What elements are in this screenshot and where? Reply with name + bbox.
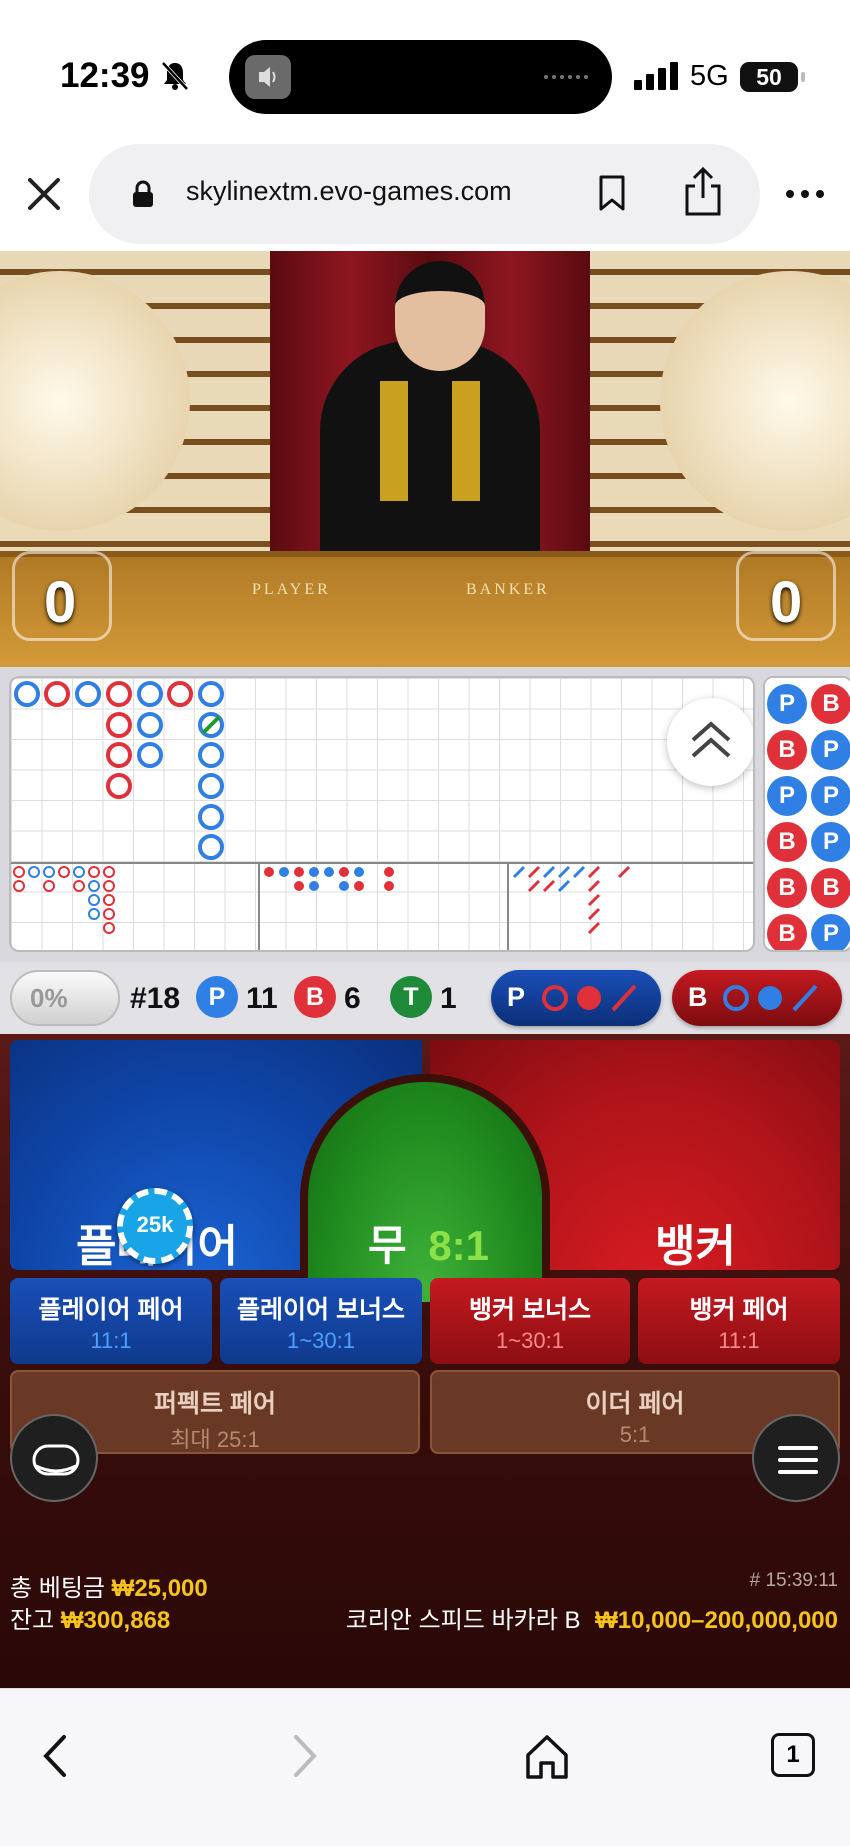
dynamic-island — [229, 40, 612, 114]
road-marks — [11, 681, 753, 950]
bead: P — [811, 730, 850, 770]
speaker-icon — [245, 55, 291, 99]
network-type: 5G — [690, 60, 729, 92]
live-video: PLAYER BANKER 0 0 — [0, 251, 850, 667]
forward-icon[interactable] — [278, 1731, 328, 1781]
status-bar: 12:39 5G 50 — [0, 0, 850, 140]
prediction-icons — [542, 984, 637, 1012]
stats-bar: 0% #18 P 11 B 6 T 1 P B — [0, 962, 850, 1034]
bead: B — [767, 822, 807, 862]
share-icon[interactable] — [681, 166, 725, 218]
bookmark-icon[interactable] — [597, 174, 627, 212]
bead: P — [811, 914, 850, 950]
game-id: # 15:39:11 — [749, 1570, 838, 1591]
clock: 12:39 — [60, 56, 150, 95]
bead: P — [811, 776, 850, 816]
menu-icon — [778, 1446, 818, 1474]
more-icon[interactable] — [784, 180, 826, 208]
tie-bet-label: 무 8:1 — [368, 1222, 490, 1269]
banker-score: 0 — [770, 570, 803, 635]
bead: B — [767, 868, 807, 908]
banker-pair-bet[interactable]: 뱅커 페어 11:1 — [638, 1278, 840, 1364]
table-info: 코리안 스피드 바카라 B ₩10,000–200,000,000 — [346, 1600, 838, 1635]
bead-road[interactable]: P B B P P P B P B B B P — [763, 676, 850, 952]
total-bet-value: ₩25,000 — [111, 1575, 208, 1602]
browser-toolbar: 1 — [0, 1688, 850, 1846]
tie-odds: 8:1 — [428, 1222, 490, 1269]
banker-predict-button[interactable]: B — [672, 970, 842, 1026]
bet-limits: ₩10,000–200,000,000 — [595, 1607, 838, 1634]
bead: B — [811, 868, 850, 908]
signal-icon — [634, 62, 678, 90]
back-icon[interactable] — [32, 1731, 82, 1781]
bead: P — [767, 684, 807, 724]
bead: B — [811, 684, 850, 724]
silent-bell-icon — [161, 61, 189, 91]
menu-button[interactable] — [752, 1414, 840, 1502]
url-text[interactable]: skylinextm.evo-games.com — [186, 176, 512, 207]
banker-count: 6 — [344, 982, 361, 1015]
betting-area: 플레이어 뱅커 무 8:1 25k 플레이어 페어 11:1 플레이어 보너스 … — [0, 1034, 850, 1688]
bead: B — [767, 730, 807, 770]
player-predict-button[interactable]: P — [491, 970, 661, 1026]
tie-badge: T — [390, 976, 432, 1018]
player-predict-label: P — [507, 982, 526, 1012]
page: 12:39 5G 50 skylinextm.evo-games.com PLA… — [0, 0, 850, 1846]
progress-toggle[interactable]: 0% — [10, 970, 120, 1026]
total-bet: 총 베팅금 ₩25,000 — [10, 1575, 208, 1602]
banker-bonus-bet[interactable]: 뱅커 보너스 1~30:1 — [430, 1278, 630, 1364]
audio-wave-icon — [544, 75, 588, 79]
table-label-banker: BANKER — [466, 581, 550, 598]
collapse-roads-button[interactable] — [667, 698, 753, 786]
address-bar[interactable]: skylinextm.evo-games.com — [89, 144, 760, 244]
tie-count: 1 — [440, 982, 457, 1015]
road-maps: P B B P P P B P B B B P — [0, 667, 850, 962]
chat-icon — [32, 1444, 80, 1476]
table-name: 코리안 스피드 바카라 B — [345, 1607, 581, 1634]
home-icon[interactable] — [522, 1731, 572, 1781]
round-number: #18 — [130, 982, 181, 1015]
balance-value: ₩300,868 — [60, 1607, 171, 1634]
player-bonus-bet[interactable]: 플레이어 보너스 1~30:1 — [220, 1278, 422, 1364]
baccarat-table — [0, 551, 850, 667]
player-score: 0 — [44, 570, 77, 635]
banker-badge: B — [294, 976, 336, 1018]
table-label-player: PLAYER — [252, 581, 331, 598]
dealer — [320, 341, 540, 581]
bead: P — [767, 776, 807, 816]
placed-chip[interactable]: 25k — [117, 1188, 193, 1264]
bead: P — [811, 822, 850, 862]
balance: 잔고 ₩300,868 — [10, 1607, 171, 1634]
tabs-button[interactable]: 1 — [771, 1733, 815, 1777]
prediction-icons — [723, 984, 818, 1012]
banker-bet-label: 뱅커 — [655, 1222, 736, 1271]
chevron-up-icon — [691, 721, 731, 758]
chat-button[interactable] — [10, 1414, 98, 1502]
big-road[interactable] — [9, 676, 755, 952]
player-badge: P — [196, 976, 238, 1018]
bead: B — [767, 914, 807, 950]
close-icon[interactable] — [24, 174, 64, 214]
lock-icon — [133, 180, 153, 207]
player-pair-bet[interactable]: 플레이어 페어 11:1 — [10, 1278, 212, 1364]
battery-icon: 50 — [740, 62, 805, 92]
player-count: 11 — [246, 982, 278, 1015]
banker-predict-label: B — [688, 982, 708, 1012]
